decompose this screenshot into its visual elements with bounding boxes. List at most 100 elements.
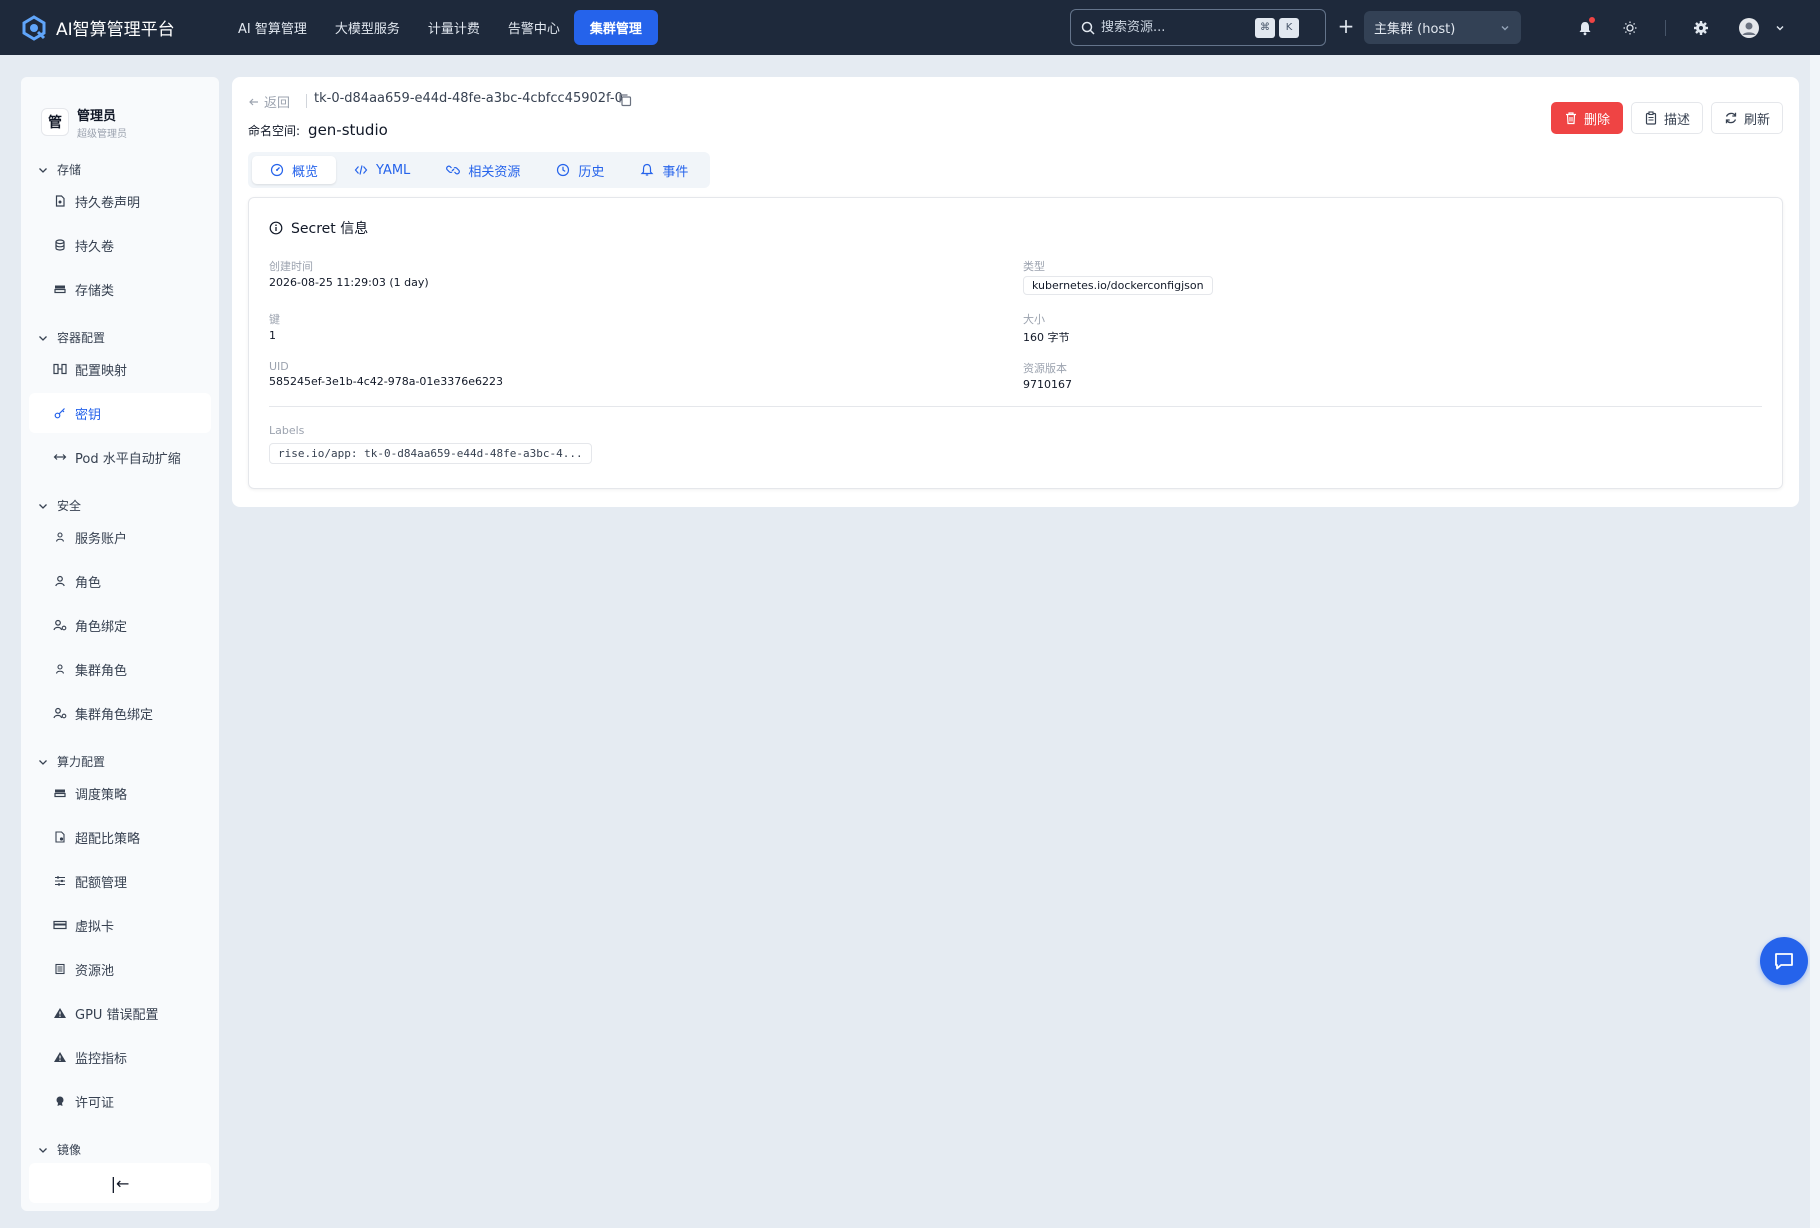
section-divider xyxy=(269,406,1762,407)
chevron-down-icon xyxy=(39,167,47,173)
sidebar-item-pvc[interactable]: 持久卷声明 xyxy=(29,181,211,221)
sidebar-group-storage[interactable]: 存储 xyxy=(37,161,81,178)
kbd-k: K xyxy=(1279,17,1299,38)
delete-button[interactable]: 删除 xyxy=(1550,102,1623,134)
sidebar-group-security[interactable]: 安全 xyxy=(37,497,81,514)
tab-related[interactable]: 相关资源 xyxy=(428,156,538,184)
arrows-horizontal-icon xyxy=(53,450,67,464)
nav-cluster-management[interactable]: 集群管理 xyxy=(573,10,658,45)
storage-icon xyxy=(53,786,67,800)
sidebar-item-label: 配额管理 xyxy=(75,875,128,891)
sidebar-item-secret[interactable]: 密钥 xyxy=(29,393,211,433)
sidebar-item-schedpolicy[interactable]: 调度策略 xyxy=(29,773,211,813)
sidebar-item-gpuerror[interactable]: GPU 错误配置 xyxy=(29,993,211,1033)
sidebar: 管 管理员 超级管理员 存储 持久卷声明 持久卷 存储类 容器配置 配置映射 密… xyxy=(21,77,219,1211)
sidebar-group-config[interactable]: 容器配置 xyxy=(37,329,105,346)
sidebar-item-configmap[interactable]: 配置映射 xyxy=(29,349,211,389)
sidebar-group-compute[interactable]: 算力配置 xyxy=(37,753,105,770)
sidebar-item-clusterrole[interactable]: 集群角色 xyxy=(29,649,211,689)
tab-label: 概览 xyxy=(292,164,319,180)
storage-icon xyxy=(53,282,67,296)
sidebar-item-label: 许可证 xyxy=(75,1095,115,1111)
bell-icon[interactable] xyxy=(1574,17,1596,39)
field-value: 1 xyxy=(269,329,276,342)
notification-dot xyxy=(1589,17,1595,23)
tab-history[interactable]: 历史 xyxy=(538,156,622,184)
top-bar: AI智算管理平台 AI 智算管理 大模型服务 计量计费 告警中心 集群管理 ⌘ … xyxy=(0,0,1820,55)
refresh-button[interactable]: 刷新 xyxy=(1710,102,1783,134)
search-input[interactable] xyxy=(1101,20,1251,35)
field-uid: UID 585245ef-3e1b-4c42-978a-01e3376e6223 xyxy=(269,360,503,388)
chevron-down-icon xyxy=(1776,26,1784,31)
describe-button[interactable]: 描述 xyxy=(1630,102,1703,134)
sidebar-item-label: 密钥 xyxy=(75,407,102,423)
app-title: AI智算管理平台 xyxy=(56,20,175,40)
sidebar-item-hpa[interactable]: Pod 水平自动扩缩 xyxy=(29,437,211,477)
sidebar-group-label: 存储 xyxy=(57,163,82,177)
sidebar-group-label: 容器配置 xyxy=(57,331,106,345)
refresh-label: 刷新 xyxy=(1743,112,1770,128)
page-scrollbar[interactable] xyxy=(1810,55,1820,1228)
sidebar-item-serviceaccount[interactable]: 服务账户 xyxy=(29,517,211,557)
key-icon xyxy=(53,406,67,420)
user-menu[interactable] xyxy=(1738,17,1786,39)
sidebar-item-storageclass[interactable]: 存储类 xyxy=(29,269,211,309)
sidebar-item-label: 角色绑定 xyxy=(75,619,128,635)
sidebar-item-label: 超配比策略 xyxy=(75,831,141,847)
sidebar-item-vcard[interactable]: 虚拟卡 xyxy=(29,905,211,945)
sidebar-item-overcommit[interactable]: 超配比策略 xyxy=(29,817,211,857)
field-value: 585245ef-3e1b-4c42-978a-01e3376e6223 xyxy=(269,375,503,388)
sidebar-item-quota[interactable]: 配额管理 xyxy=(29,861,211,901)
chevron-down-icon xyxy=(39,1147,47,1153)
copy-icon[interactable] xyxy=(618,93,632,107)
nav-llm-service[interactable]: 大模型服务 xyxy=(321,12,414,43)
sidebar-group-image[interactable]: 镜像 xyxy=(37,1141,81,1158)
theme-sun-icon[interactable] xyxy=(1619,17,1641,39)
collapse-sidebar-button[interactable]: |← xyxy=(29,1163,211,1203)
user-link-icon xyxy=(53,706,67,720)
collapse-icon: |← xyxy=(110,1173,130,1193)
chat-button[interactable] xyxy=(1760,937,1808,985)
trash-icon xyxy=(1565,112,1576,125)
nav-ai-compute[interactable]: AI 智算管理 xyxy=(224,12,321,43)
chevron-down-icon xyxy=(39,335,47,341)
namespace-label: 命名空间: xyxy=(248,124,301,138)
field-resource-version: 资源版本 9710167 xyxy=(1023,360,1072,391)
nav-alerts[interactable]: 告警中心 xyxy=(494,12,574,43)
sidebar-item-label: 持久卷 xyxy=(75,239,115,255)
sidebar-item-metrics[interactable]: 监控指标 xyxy=(29,1037,211,1077)
cluster-select[interactable]: 主集群 (host) xyxy=(1364,11,1521,44)
sidebar-item-rolebinding[interactable]: 角色绑定 xyxy=(29,605,211,645)
nav-billing[interactable]: 计量计费 xyxy=(414,12,494,43)
search-box[interactable]: ⌘ K xyxy=(1070,9,1326,46)
sidebar-item-pv[interactable]: 持久卷 xyxy=(29,225,211,265)
label-tag: rise.io/app: tk-0-d84aa659-e44d-48fe-a3b… xyxy=(269,443,592,464)
code-icon xyxy=(354,165,368,175)
sidebar-item-clusterrolebinding[interactable]: 集群角色绑定 xyxy=(29,693,211,733)
brand[interactable]: AI智算管理平台 xyxy=(20,14,200,42)
tab-events[interactable]: 事件 xyxy=(622,156,706,184)
users-icon xyxy=(53,662,67,676)
chevron-down-icon xyxy=(39,759,47,765)
action-buttons: 删除 描述 刷新 xyxy=(1543,102,1783,134)
tab-yaml[interactable]: YAML xyxy=(336,156,428,184)
config-map-icon xyxy=(53,362,67,376)
search-icon xyxy=(1081,21,1095,35)
sidebar-item-pool[interactable]: 资源池 xyxy=(29,949,211,989)
document-gear-icon xyxy=(53,830,67,844)
top-nav: AI 智算管理 大模型服务 计量计费 告警中心 集群管理 xyxy=(224,10,658,45)
server-icon xyxy=(53,962,67,976)
tab-label: 事件 xyxy=(662,164,689,180)
tab-overview[interactable]: 概览 xyxy=(252,156,337,184)
sliders-icon xyxy=(53,874,67,888)
sidebar-item-label: 服务账户 xyxy=(75,531,128,547)
add-icon[interactable]: + xyxy=(1336,16,1356,36)
sidebar-item-role[interactable]: 角色 xyxy=(29,561,211,601)
field-label: 创建时间 xyxy=(269,260,313,273)
gear-icon[interactable] xyxy=(1690,17,1712,39)
back-link[interactable]: 返回 xyxy=(248,92,290,111)
card-title: Secret 信息 xyxy=(269,218,368,238)
sidebar-item-license[interactable]: 许可证 xyxy=(29,1081,211,1121)
card-icon xyxy=(53,918,67,932)
arrow-left-icon xyxy=(249,98,258,105)
